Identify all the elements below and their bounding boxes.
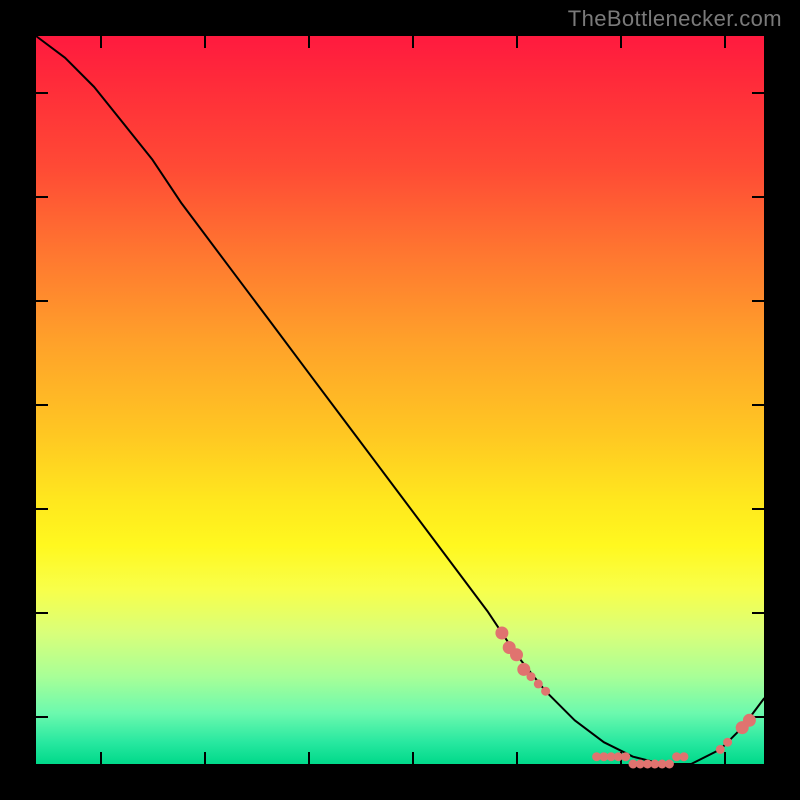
data-dot bbox=[541, 687, 550, 696]
chart-svg bbox=[36, 36, 764, 764]
bottleneck-curve bbox=[36, 36, 764, 764]
data-dot bbox=[510, 648, 523, 661]
data-dot bbox=[527, 672, 536, 681]
data-dot bbox=[743, 714, 756, 727]
data-dot bbox=[621, 752, 630, 761]
data-dot bbox=[495, 627, 508, 640]
chart-frame: TheBottlenecker.com bbox=[0, 0, 800, 800]
data-dot bbox=[679, 752, 688, 761]
data-dots bbox=[495, 627, 756, 769]
data-dot bbox=[723, 738, 732, 747]
plot-area bbox=[36, 36, 764, 764]
watermark-text: TheBottlenecker.com bbox=[568, 6, 782, 32]
data-dot bbox=[716, 745, 725, 754]
data-dot bbox=[665, 760, 674, 769]
data-dot bbox=[534, 679, 543, 688]
